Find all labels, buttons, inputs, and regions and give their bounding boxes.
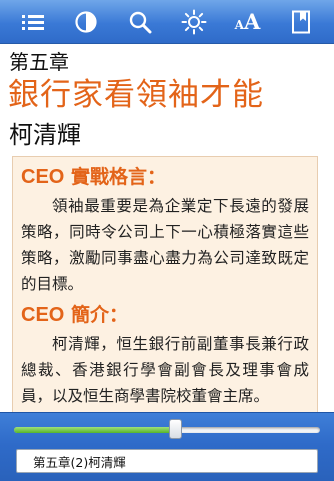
page-progress-slider[interactable] [14,419,320,439]
section-paragraph-profile: 柯清輝，恒生銀行前副董事長兼行政總裁、香港銀行學會副會長及理事會成員，以及恒生商… [21,335,309,405]
section-paragraph-motto: 領袖最重要是為企業定下長遠的發展策略，同時令公司上下一心積極落實這些策略，激勵同… [21,197,309,293]
slider-thumb[interactable] [169,419,182,439]
chapter-selector-field[interactable] [16,449,318,473]
font-size-button[interactable]: AA [227,2,267,42]
brightness-icon [181,9,207,34]
brightness-button[interactable] [174,2,214,42]
contrast-icon [75,10,98,33]
section-heading-motto: CEO 實戰格言： [21,165,309,189]
bookmark-icon [292,10,311,33]
bottom-navigation-bar [0,412,334,481]
top-toolbar: AA [0,0,334,44]
ceo-info-box: CEO 實戰格言： 領袖最重要是為企業定下長遠的發展策略，同時令公司上下一心積極… [12,156,318,412]
font-size-icon: AA [235,9,261,34]
section-heading-text: 實戰格言： [70,166,166,188]
search-icon [129,11,152,33]
slider-fill [14,427,176,433]
reading-pane[interactable]: 第五章 銀行家看領袖才能 柯清輝 CEO 實戰格言： 領袖最重要是為企業定下長遠… [0,44,334,412]
author-name: 柯清輝 [9,121,81,149]
section-heading-prefix: CEO [21,304,65,326]
chapter-label: 第五章 [9,50,69,74]
bookmark-button[interactable] [281,2,321,42]
chapter-title: 銀行家看領袖才能 [8,77,264,113]
search-button[interactable] [120,2,160,42]
font-size-small-glyph: A [234,18,244,32]
list-icon [21,14,44,30]
section-heading-profile: CEO 簡介： [21,303,309,327]
section-heading-prefix: CEO [21,166,65,188]
night-mode-button[interactable] [66,2,106,42]
section-heading-text: 簡介： [70,304,128,326]
font-size-big-glyph: A [243,9,261,34]
table-of-contents-button[interactable] [13,2,53,42]
